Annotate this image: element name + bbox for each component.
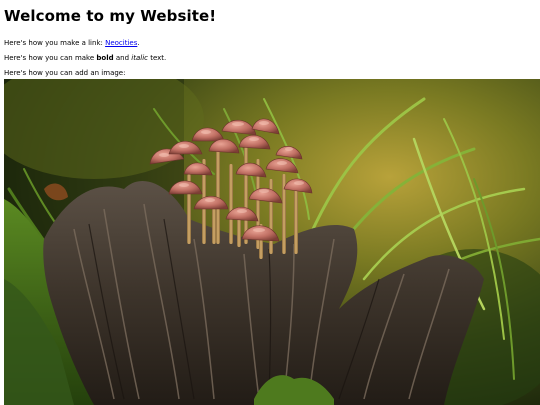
format-prefix: Here's how you can make [4,54,97,62]
format-suffix: text. [147,54,167,62]
link-paragraph: Here's how you make a link: Neocities. [4,39,540,47]
italic-text: italic [131,54,148,62]
neocities-link[interactable]: Neocities [105,39,137,47]
format-middle: and [113,54,132,62]
page: Welcome to my Website! Here's how you ma… [0,0,540,405]
page-title: Welcome to my Website! [4,7,217,25]
link-prefix: Here's how you make a link: [4,39,106,47]
image-paragraph: Here's how you can add an image: [4,69,126,77]
link-suffix: . [137,39,140,47]
bold-text: bold [96,54,114,62]
format-paragraph: Here's how you can make bold and italic … [4,54,540,62]
mushroom-photo [4,79,540,405]
